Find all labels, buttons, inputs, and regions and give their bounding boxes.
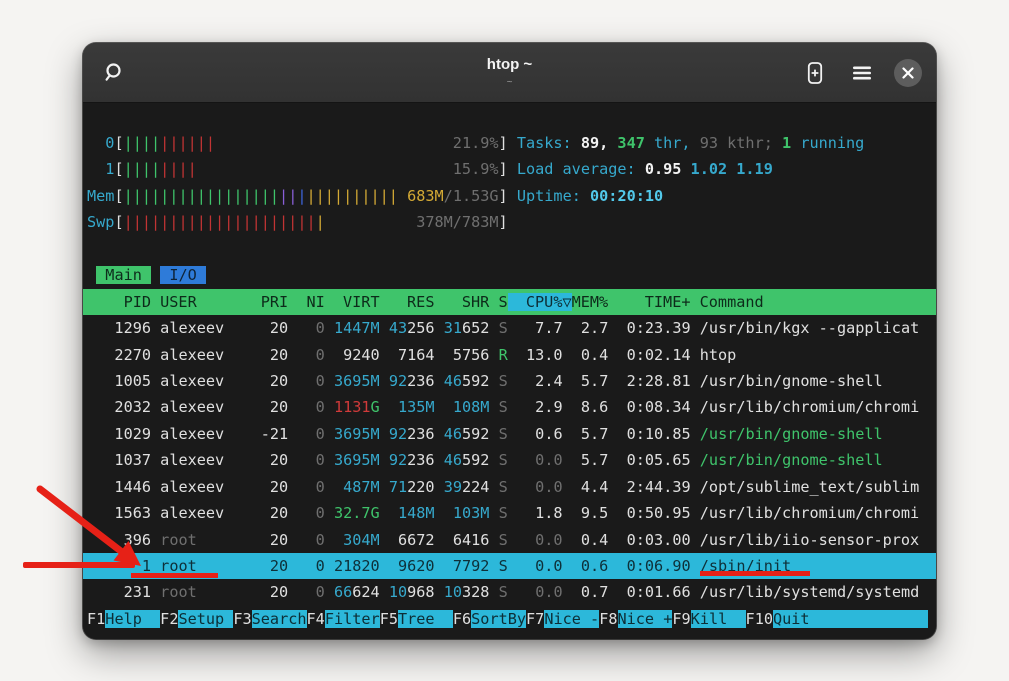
- fnkey-f2: F2: [160, 610, 178, 628]
- fnbutton-nice+[interactable]: Nice +: [618, 610, 673, 628]
- terminal[interactable]: 0[|||||||||| 21.9%] Tasks: 89, 347 thr, …: [83, 103, 936, 639]
- desktop-background: { "window": { "title": "htop ~", "subtit…: [0, 0, 1009, 681]
- fnbutton-filter[interactable]: Filter: [325, 610, 380, 628]
- process-row[interactable]: 1 root 20 0 21820 9620 7792 S 0.0 0.6 0:…: [83, 553, 936, 579]
- console-window: htop ~ ~: [83, 43, 936, 639]
- process-row[interactable]: 231 root 20 0 66624 10968 10328 S 0.0 0.…: [87, 579, 936, 605]
- process-row[interactable]: 396 root 20 0 304M 6672 6416 S 0.0 0.4 0…: [87, 527, 936, 553]
- fnbutton-tree[interactable]: Tree: [398, 610, 453, 628]
- function-key-bar: F1Help F2Setup F3SearchF4FilterF5Tree F6…: [87, 606, 936, 632]
- tab-main[interactable]: Main: [96, 266, 151, 284]
- hamburger-menu-icon: [852, 65, 872, 81]
- process-row[interactable]: 1029 alexeev -21 0 3695M 92236 46592 S 0…: [87, 421, 936, 447]
- fnkey-f10: F10: [746, 610, 773, 628]
- fnkey-f4: F4: [307, 610, 325, 628]
- fnbutton-kill[interactable]: Kill: [691, 610, 746, 628]
- fnkey-f5: F5: [380, 610, 398, 628]
- fnbutton-setup[interactable]: Setup: [178, 610, 233, 628]
- fnbutton-search[interactable]: Search: [252, 610, 307, 628]
- table-header[interactable]: PID USER PRI NI VIRT RES SHR S CPU%▽MEM%…: [83, 289, 936, 315]
- cpu-meter-0: 0[|||||||||| 21.9%] Tasks: 89, 347 thr, …: [87, 130, 936, 156]
- fnbutton-nice-[interactable]: Nice -: [544, 610, 599, 628]
- process-row[interactable]: 1563 alexeev 20 0 32.7G 148M 103M S 1.8 …: [87, 500, 936, 526]
- close-button[interactable]: [894, 59, 922, 87]
- process-row[interactable]: 2032 alexeev 20 0 1131G 135M 108M S 2.9 …: [87, 394, 936, 420]
- fnbutton-quit[interactable]: Quit: [773, 610, 928, 628]
- fnkey-f1: F1: [87, 610, 105, 628]
- new-tab-icon: [804, 61, 826, 85]
- close-icon: [902, 67, 914, 79]
- process-row[interactable]: 1037 alexeev 20 0 3695M 92236 46592 S 0.…: [87, 447, 936, 473]
- process-row[interactable]: 1296 alexeev 20 0 1447M 43256 31652 S 7.…: [87, 315, 936, 341]
- process-row[interactable]: 1446 alexeev 20 0 487M 71220 39224 S 0.0…: [87, 474, 936, 500]
- tab-io[interactable]: I/O: [160, 266, 206, 284]
- titlebar: htop ~ ~: [83, 43, 936, 103]
- tasks-summary: Tasks: 89, 347 thr, 93 kthr; 1 running: [517, 134, 865, 152]
- window-subtitle: ~: [507, 76, 513, 89]
- swap-meter: Swp[|||||||||||||||||||||| 378M/783M]: [87, 209, 936, 235]
- window-title: htop ~: [487, 56, 532, 73]
- fnbutton-help[interactable]: Help: [105, 610, 160, 628]
- sort-column-cpu[interactable]: CPU%▽: [508, 293, 572, 311]
- search-button[interactable]: [97, 57, 129, 89]
- menu-button[interactable]: [848, 61, 876, 85]
- cpu-meter-1: 1[|||||||| 15.9%] Load average: 0.95 1.0…: [87, 156, 936, 182]
- fnkey-f8: F8: [599, 610, 617, 628]
- spacer-line: [87, 236, 936, 262]
- new-tab-button[interactable]: [800, 57, 830, 89]
- fnkey-f3: F3: [233, 610, 251, 628]
- search-icon: [101, 61, 125, 85]
- fnbutton-sortby[interactable]: SortBy: [471, 610, 526, 628]
- uptime: Uptime: 00:20:10: [517, 187, 663, 205]
- fnkey-f9: F9: [672, 610, 690, 628]
- fnkey-f6: F6: [453, 610, 471, 628]
- tab-bar: Main I/O: [87, 262, 936, 288]
- load-average: Load average: 0.95 1.02 1.19: [517, 160, 773, 178]
- memory-meter: Mem[|||||||||||||||||||||||||||||| 683M/…: [87, 183, 936, 209]
- process-row[interactable]: 2270 alexeev 20 0 9240 7164 5756 R 13.0 …: [87, 342, 936, 368]
- fnkey-f7: F7: [526, 610, 544, 628]
- process-row[interactable]: 1005 alexeev 20 0 3695M 92236 46592 S 2.…: [87, 368, 936, 394]
